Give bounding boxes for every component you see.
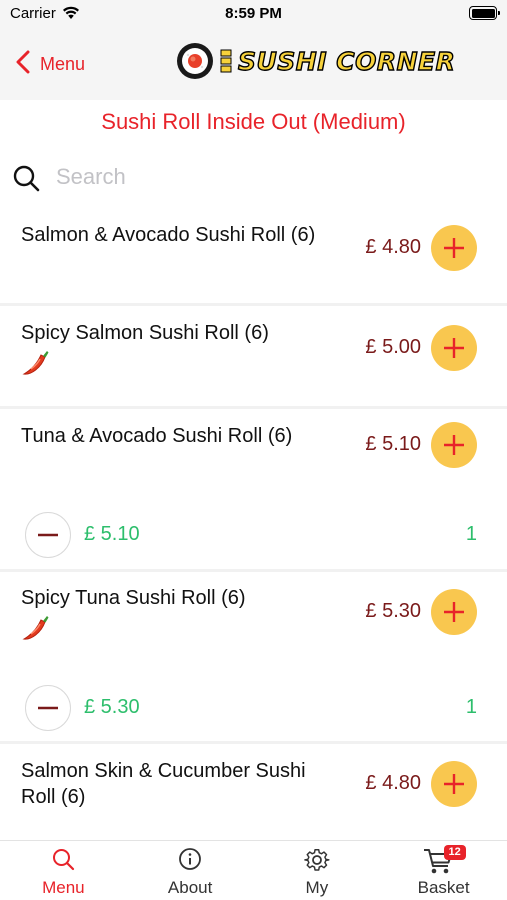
plus-icon bbox=[444, 238, 464, 258]
battery-icon bbox=[469, 6, 500, 20]
item-name: Spicy Tuna Sushi Roll (6) bbox=[21, 587, 246, 609]
clock: 8:59 PM bbox=[225, 5, 282, 22]
item-name: Salmon Skin & Cucumber Sushi Roll (6) bbox=[21, 760, 306, 808]
status-bar: Carrier 8:59 PM bbox=[0, 0, 507, 28]
back-label: Menu bbox=[40, 53, 86, 74]
item-price: £ 4.80 bbox=[365, 236, 421, 258]
minus-icon bbox=[38, 533, 58, 537]
chili-pepper-icon bbox=[21, 613, 341, 650]
item-price: £ 5.10 bbox=[365, 433, 421, 455]
add-to-basket-button[interactable] bbox=[431, 761, 477, 807]
plus-icon bbox=[444, 435, 464, 455]
chevron-left-icon bbox=[16, 50, 30, 79]
tab-my[interactable]: My bbox=[254, 841, 381, 900]
category-title: Sushi Roll Inside Out (Medium) bbox=[101, 109, 406, 134]
add-to-basket-button[interactable] bbox=[431, 325, 477, 371]
line-total: £ 5.10 bbox=[84, 523, 140, 545]
basket-count-badge: 12 bbox=[443, 845, 466, 860]
item-price: £ 5.00 bbox=[365, 336, 421, 358]
info-icon bbox=[178, 847, 202, 876]
item-name-block: Spicy Tuna Sushi Roll (6) bbox=[21, 585, 341, 650]
back-button[interactable]: Menu bbox=[16, 48, 85, 80]
quantity: 1 bbox=[465, 696, 477, 718]
plus-icon bbox=[444, 774, 464, 794]
tab-label: My bbox=[305, 878, 329, 897]
item-name: Salmon & Avocado Sushi Roll (6) bbox=[21, 224, 316, 246]
quantity: 1 bbox=[465, 523, 477, 545]
tab-label: About bbox=[167, 878, 213, 897]
basket-quantity-row: £ 5.10 1 bbox=[0, 511, 507, 561]
search-input[interactable] bbox=[56, 160, 476, 194]
logo-mark-icon bbox=[220, 49, 232, 73]
tab-menu[interactable]: Menu bbox=[0, 841, 127, 900]
item-name-block: Spicy Salmon Sushi Roll (6) bbox=[21, 320, 341, 385]
item-price: £ 5.30 bbox=[365, 600, 421, 622]
search-bar bbox=[0, 152, 507, 202]
tab-label: Basket bbox=[417, 878, 470, 897]
search-icon bbox=[12, 164, 40, 197]
basket-quantity-row: £ 5.30 1 bbox=[0, 684, 507, 734]
gear-icon bbox=[304, 847, 330, 878]
item-price: £ 4.80 bbox=[365, 772, 421, 794]
add-to-basket-button[interactable] bbox=[431, 422, 477, 468]
navigation-bar: Menu SUSHI CORNER bbox=[0, 28, 507, 100]
menu-item[interactable]: Salmon & Avocado Sushi Roll (6) £ 4.80 bbox=[0, 202, 507, 306]
menu-item[interactable]: Salmon Skin & Cucumber Sushi Roll (6) £ … bbox=[0, 744, 507, 840]
remove-from-basket-button[interactable] bbox=[25, 685, 71, 731]
plus-icon bbox=[444, 338, 464, 358]
item-name: Tuna & Avocado Sushi Roll (6) bbox=[21, 425, 293, 447]
chili-pepper-icon bbox=[21, 348, 341, 385]
search-icon bbox=[51, 847, 75, 876]
line-total: £ 5.30 bbox=[84, 696, 140, 718]
minus-icon bbox=[38, 706, 58, 710]
add-to-basket-button[interactable] bbox=[431, 225, 477, 271]
menu-item[interactable]: Spicy Salmon Sushi Roll (6) £ 5.00 bbox=[0, 306, 507, 409]
remove-from-basket-button[interactable] bbox=[25, 512, 71, 558]
tab-label: Menu bbox=[42, 878, 85, 897]
plus-icon bbox=[444, 602, 464, 622]
logo-text: SUSHI CORNER bbox=[237, 46, 456, 76]
item-name: Spicy Salmon Sushi Roll (6) bbox=[21, 322, 269, 344]
tab-about[interactable]: About bbox=[127, 841, 254, 900]
tab-bar: Menu About My 12 Basket bbox=[0, 840, 507, 900]
add-to-basket-button[interactable] bbox=[431, 589, 477, 635]
menu-item[interactable]: Tuna & Avocado Sushi Roll (6) £ 5.10 £ 5… bbox=[0, 409, 507, 572]
menu-item[interactable]: Spicy Tuna Sushi Roll (6) £ 5.30 £ 5.30 … bbox=[0, 572, 507, 744]
sushi-roll-icon bbox=[176, 42, 214, 80]
brand-logo: SUSHI CORNER bbox=[176, 42, 456, 80]
tab-basket[interactable]: 12 Basket bbox=[380, 841, 507, 900]
